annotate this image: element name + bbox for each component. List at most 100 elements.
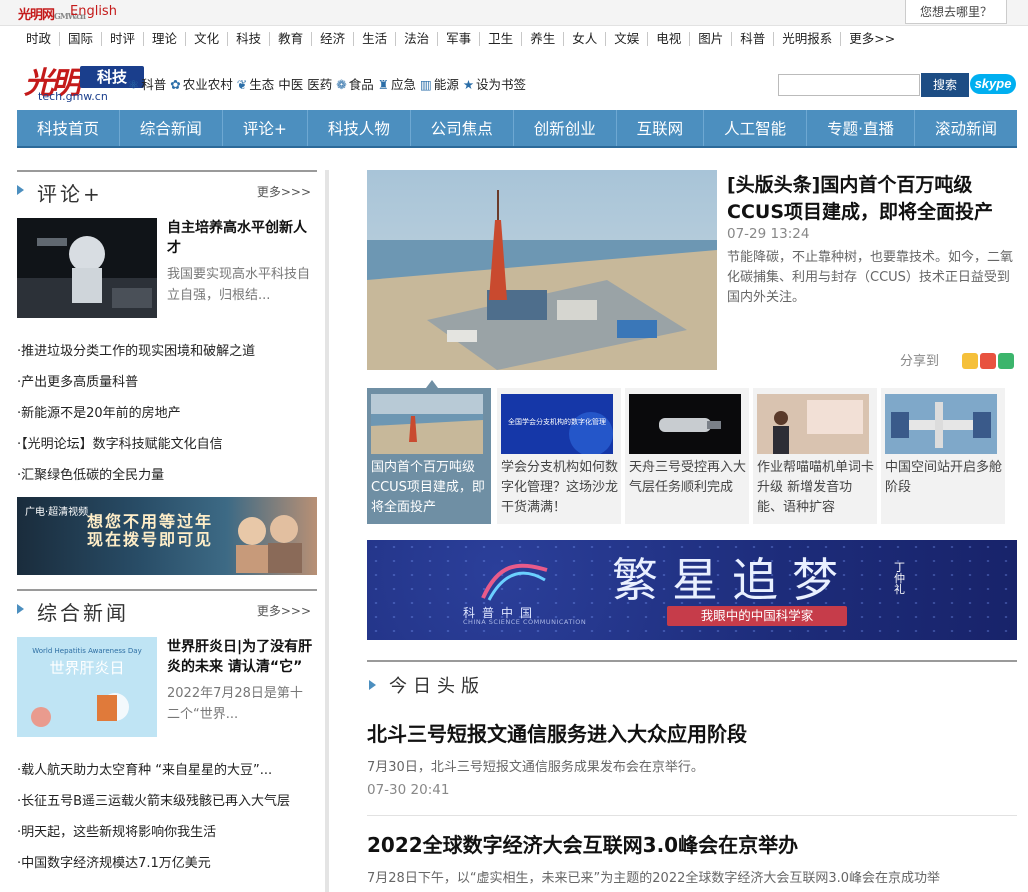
channel-link[interactable]: 女人 [564,32,607,46]
channel-link[interactable]: 电视 [648,32,691,46]
list-item[interactable]: ·汇聚绿色低碳的全民力量 [17,460,317,491]
nav-item[interactable]: 科技首页 [17,110,120,146]
front-page-story[interactable]: 北斗三号短报文通信服务进入大众应用阶段 7月30日，北斗三号短报文通信服务成果发… [367,720,1017,798]
front-page-story[interactable]: 2022全球数字经济大会互联网3.0峰会在京举办 7月28日下午，以“虚实相生，… [367,831,1017,889]
food-icon: ❁ [336,77,347,92]
category-link[interactable]: ❁ 食品 [336,74,374,93]
story-summary: 7月28日下午，以“虚实相生，未来已来”为主题的2022全球数字经济大会互联网3… [367,871,941,886]
category-link[interactable]: ★ 设为书签 [463,74,526,93]
advertisement-banner[interactable]: 广电·超清视频 想您不用等过年 现在拨号即可见 [17,497,317,575]
where-to-dropdown[interactable]: 您想去哪里？ [905,0,1007,24]
category-label: 能源 [433,77,459,92]
channel-link[interactable]: 教育 [270,32,313,46]
channel-link[interactable]: 国际 [60,32,103,46]
channel-link[interactable]: 科技 [228,32,271,46]
nav-item[interactable]: 人工智能 [704,110,808,146]
carousel-item[interactable]: 中国空间站开启多舱阶段 [881,388,1005,524]
nav-item[interactable]: 公司焦点 [411,110,514,146]
hepatitis-day-thumbnail[interactable]: World Hepatitis Awareness Day 世界肝炎日 [17,637,157,737]
commentary-feature[interactable]: 自主培养高水平创新人才 我国要实现高水平科技自立自强，归根结... [17,218,317,318]
stars-dream-banner[interactable]: 科普中国 CHINA SCIENCE COMMUNICATION 繁星追梦 我眼… [367,540,1017,640]
banner-title: 繁星追梦 [612,553,852,607]
list-item[interactable]: ·中国数字经济规模达7.1万亿美元 [17,848,317,879]
headline-title[interactable]: [头版头条]国内首个百万吨级CCUS项目建成，即将全面投产 [727,172,1017,226]
channel-link[interactable]: 养生 [522,32,565,46]
section-marker-icon [17,604,24,614]
category-link[interactable]: ⚛ 科普 [128,74,166,93]
ribbon-logo-icon [481,563,548,601]
carousel-item[interactable]: 作业帮喵喵机单词卡升级 新增发音功能、语种扩容 [753,388,877,524]
channel-link[interactable]: 文娱 [606,32,649,46]
list-item[interactable]: ·新能源不是20年前的房地产 [17,398,317,429]
channel-link[interactable]: 更多>> [841,32,903,46]
nav-item[interactable]: 创新创业 [514,110,617,146]
svg-text:World Hepatitis Awareness Day: World Hepatitis Awareness Day [32,647,141,655]
category-link[interactable]: 中医 [278,74,303,93]
general-news-header: 综合新闻 更多>>> [17,589,317,629]
channel-link[interactable]: 经济 [312,32,355,46]
carousel-item[interactable]: 国内首个百万吨级CCUS项目建成，即将全面投产 [367,388,491,524]
list-item[interactable]: ·推进垃圾分类工作的现实困境和破解之道 [17,336,317,367]
category-link[interactable]: 医药 [307,74,332,93]
channel-link[interactable]: 光明报系 [774,32,842,46]
carousel-thumbnail [629,394,741,454]
category-label: 生态 [249,77,275,92]
list-item[interactable]: ·明天起，这些新规将影响你我生活 [17,817,317,848]
category-link[interactable]: ♜ 应急 [378,74,416,93]
science-icon: ⚛ [128,77,140,92]
category-link[interactable]: ▥ 能源 [420,74,459,93]
category-link[interactable]: ❦ 生态 [237,74,275,93]
skype-icon[interactable]: skype [970,74,1016,94]
list-item[interactable]: ·【光明论坛】数字科技赋能文化自信 [17,429,317,460]
headline-summary: 节能降碳，不止靠种树，也要靠技术。如今，二氧化碳捕集、利用与封存（CCUS）技术… [727,250,1014,305]
channel-link[interactable]: 科普 [732,32,775,46]
story-title[interactable]: 2022全球数字经济大会互联网3.0峰会在京举办 [367,831,1017,859]
nav-item[interactable]: 科技人物 [308,110,411,146]
channel-link[interactable]: 卫生 [480,32,523,46]
nav-item[interactable]: 滚动新闻 [915,110,1017,146]
carousel-thumbnail [757,394,869,454]
channel-link[interactable]: 图片 [690,32,733,46]
more-link[interactable]: 更多>>> [257,183,311,200]
banner-signature: 丁仲礼 [894,561,905,596]
category-label: 科普 [141,77,167,92]
astronaut-thumbnail[interactable] [17,218,157,318]
channel-link[interactable]: 生活 [354,32,397,46]
list-item[interactable]: ·产出更多高质量科普 [17,367,317,398]
english-link[interactable]: English [70,4,117,19]
carousel-item[interactable]: 全国学会分支机构的数字化管理 学会分支机构如何数字化管理？这场沙龙干货满满！ [497,388,621,524]
category-label: 中医 [278,77,304,92]
nav-item[interactable]: 评论+ [223,110,308,146]
ccus-project-photo[interactable] [367,170,717,370]
weibo-icon[interactable] [980,352,996,369]
wechat-icon[interactable] [998,352,1014,369]
qzone-icon[interactable] [962,352,978,369]
carousel-thumbnail [371,394,483,454]
carousel-item[interactable]: 天舟三号受控再入大气层任务顺利完成 [625,388,749,524]
story-title[interactable]: 北斗三号短报文通信服务进入大众应用阶段 [367,720,1017,748]
section-title: 综合新闻 [37,601,129,625]
search-input[interactable] [778,74,920,96]
channel-link[interactable]: 理论 [144,32,187,46]
nav-item[interactable]: 综合新闻 [120,110,223,146]
channel-link[interactable]: 时政 [18,32,61,46]
column-divider [325,170,329,892]
search-button[interactable]: 搜索 [921,73,969,97]
feature-title[interactable]: 自主培养高水平创新人才 [167,218,315,258]
general-news-feature[interactable]: World Hepatitis Awareness Day 世界肝炎日 世界肝炎… [17,637,317,737]
category-link[interactable]: ✿ 农业农村 [170,74,233,93]
general-news-list: ·载人航天助力太空育种 “来自星星的大豆”... ·长征五号B遥三运载火箭末级残骸… [17,755,317,879]
nav-item[interactable]: 专题·直播 [807,110,915,146]
list-item[interactable]: ·载人航天助力太空育种 “来自星星的大豆”... [17,755,317,786]
feature-title[interactable]: 世界肝炎日|为了没有肝炎的未来 请认清“它” [167,637,315,677]
channel-link[interactable]: 文化 [186,32,229,46]
elderly-couple-image [236,515,302,573]
nav-item[interactable]: 互联网 [617,110,705,146]
list-item[interactable]: ·长征五号B遥三运载火箭末级残骸已再入大气层 [17,786,317,817]
channel-link[interactable]: 军事 [438,32,481,46]
more-link[interactable]: 更多>>> [257,602,311,619]
site-logo[interactable]: 光明 科技 tech.gmw.cn [24,58,144,103]
channel-link[interactable]: 法治 [396,32,439,46]
star-icon: ★ [462,77,475,92]
channel-link[interactable]: 时评 [102,32,145,46]
